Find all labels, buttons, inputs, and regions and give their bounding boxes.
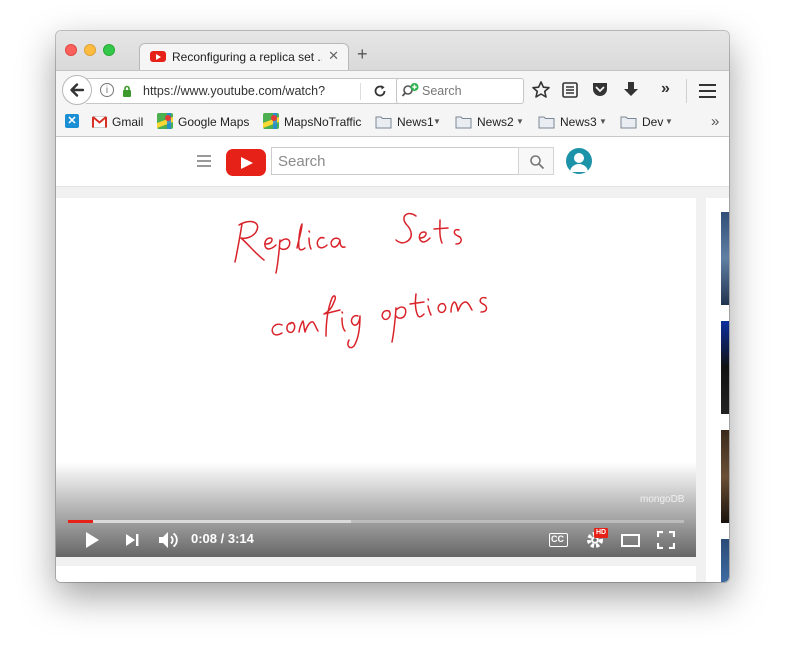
browser-search-field[interactable]: Search xyxy=(396,78,524,104)
youtube-header: Search xyxy=(56,137,729,187)
bookmark-folder-news2[interactable]: News2 xyxy=(477,115,514,129)
bookmark-folder-news3[interactable]: News3 xyxy=(560,115,597,129)
tab-title: Reconfiguring a replica set ... xyxy=(172,50,322,64)
related-videos-sidebar xyxy=(706,198,729,582)
browser-window: Reconfiguring a replica set ... ✕ + i ht… xyxy=(56,31,729,582)
lock-icon xyxy=(123,85,131,97)
window-minimize-button[interactable] xyxy=(84,44,96,56)
handwriting-replica-sets xyxy=(234,212,488,349)
fullscreen-icon[interactable] xyxy=(657,531,675,549)
tab-strip: Reconfiguring a replica set ... ✕ + xyxy=(56,31,729,71)
next-icon[interactable] xyxy=(124,532,140,548)
tab-close-icon[interactable]: ✕ xyxy=(328,48,339,64)
youtube-search-input[interactable]: Search xyxy=(271,147,519,175)
hd-badge: HD xyxy=(594,528,609,538)
chevron-down-icon: ▼ xyxy=(665,117,673,126)
bookmark-gmail[interactable]: Gmail xyxy=(112,115,143,129)
url-bar[interactable]: i https://www.youtube.com/watch? xyxy=(86,78,413,104)
account-avatar[interactable] xyxy=(566,148,592,174)
hamburger-menu-icon[interactable] xyxy=(699,84,716,98)
google-maps-icon xyxy=(157,113,173,134)
back-arrow-icon xyxy=(70,83,85,97)
related-video-thumbnail[interactable] xyxy=(721,321,729,414)
reading-list-icon[interactable] xyxy=(561,80,579,100)
url-text[interactable]: https://www.youtube.com/watch? xyxy=(143,84,358,98)
progress-bar[interactable] xyxy=(68,520,684,523)
video-info-panel xyxy=(56,566,696,582)
toolbar-divider xyxy=(686,79,687,103)
pocket-icon[interactable] xyxy=(591,80,609,100)
browser-tab[interactable]: Reconfiguring a replica set ... ✕ xyxy=(139,43,349,71)
theater-mode-icon[interactable] xyxy=(621,534,640,547)
bookmarks-bar: ✕ Gmail Google Maps MapsNoTraffic News1 … xyxy=(56,109,729,137)
bookmark-x-icon[interactable]: ✕ xyxy=(65,114,79,128)
related-video-thumbnail[interactable] xyxy=(721,430,729,523)
user-icon xyxy=(570,153,588,172)
chevron-down-icon: ▼ xyxy=(599,117,607,126)
chevron-down-icon: ▼ xyxy=(433,117,441,126)
search-icon xyxy=(530,155,545,170)
related-video-thumbnail[interactable] xyxy=(721,212,729,305)
youtube-page: Search mongoDB 0:08 / 3:14 CC HD xyxy=(56,137,729,582)
info-icon[interactable]: i xyxy=(100,83,114,97)
youtube-logo[interactable] xyxy=(226,149,266,176)
folder-icon xyxy=(375,116,392,129)
download-icon[interactable] xyxy=(622,80,640,100)
folder-icon xyxy=(455,116,472,129)
closed-captions-button[interactable]: CC xyxy=(549,533,568,547)
reload-icon[interactable] xyxy=(372,83,388,99)
bookmark-folder-news1[interactable]: News1 xyxy=(397,115,434,129)
progress-played xyxy=(68,520,93,523)
navigation-bar: i https://www.youtube.com/watch? Search … xyxy=(56,70,729,109)
guide-menu-icon[interactable] xyxy=(197,155,211,170)
search-engine-icon xyxy=(401,83,419,97)
bookmark-google-maps[interactable]: Google Maps xyxy=(178,115,249,129)
new-tab-button[interactable]: + xyxy=(357,45,368,63)
bookmarks-overflow-icon[interactable]: » xyxy=(711,113,719,130)
cc-label: CC xyxy=(551,534,564,544)
back-button[interactable] xyxy=(62,75,92,105)
related-video-thumbnail[interactable] xyxy=(721,539,729,582)
play-icon[interactable] xyxy=(83,530,101,550)
youtube-search-button[interactable] xyxy=(518,147,554,175)
window-maximize-button[interactable] xyxy=(103,44,115,56)
youtube-favicon-icon xyxy=(150,51,166,62)
volume-icon[interactable] xyxy=(157,530,179,550)
folder-icon xyxy=(620,116,637,129)
youtube-search-placeholder: Search xyxy=(278,153,326,170)
chevron-down-icon: ▼ xyxy=(516,117,524,126)
window-close-button[interactable] xyxy=(65,44,77,56)
maps-no-traffic-icon xyxy=(263,113,279,134)
overflow-chevron-icon[interactable]: » xyxy=(661,80,670,98)
watermark-mongodb: mongoDB xyxy=(640,494,685,505)
progress-loaded xyxy=(68,520,352,523)
bookmark-star-icon[interactable] xyxy=(531,80,551,100)
browser-search-placeholder: Search xyxy=(422,84,462,98)
time-display: 0:08 / 3:14 xyxy=(191,531,254,546)
video-player[interactable]: mongoDB 0:08 / 3:14 CC HD xyxy=(56,198,696,557)
gmail-icon xyxy=(92,115,107,133)
folder-icon xyxy=(538,116,555,129)
bookmark-folder-dev[interactable]: Dev xyxy=(642,115,663,129)
bookmark-maps-no-traffic[interactable]: MapsNoTraffic xyxy=(284,115,361,129)
url-divider xyxy=(360,83,361,100)
